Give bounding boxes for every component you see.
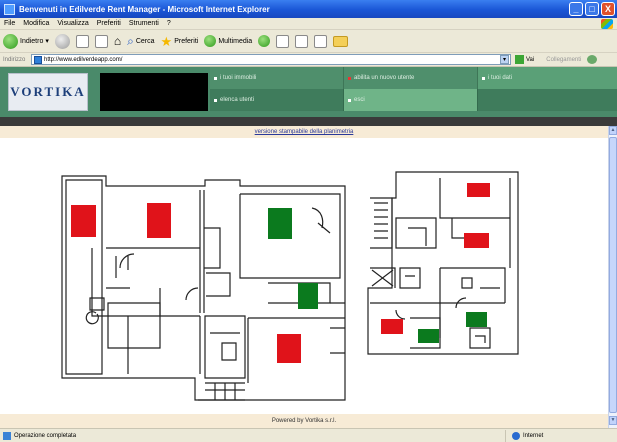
favorites-button[interactable]: ★ Preferiti: [161, 35, 199, 48]
window-titlebar: Benvenuti in Edilverde Rent Manager - Mi…: [0, 0, 617, 18]
menu-view[interactable]: Visualizza: [57, 20, 88, 27]
nav-item-your-data[interactable]: i tuoi dati: [478, 67, 617, 89]
print-version-link[interactable]: versione stampabile della planimetria: [255, 129, 354, 135]
address-url: http://www.edilverdeapp.com/: [44, 56, 123, 63]
go-label: Vai: [526, 56, 535, 63]
scrollbar-thumb[interactable]: [609, 137, 617, 413]
address-input[interactable]: http://www.edilverdeapp.com/ ▾: [31, 54, 511, 65]
window-controls: _ □ X: [569, 2, 615, 16]
logo-text: VORTIKA: [10, 84, 86, 99]
nav-label: abilita un nuovo utente: [354, 75, 415, 81]
back-button[interactable]: Indietro ▾: [3, 33, 49, 49]
nav-item-properties[interactable]: i tuoi immobili: [210, 67, 344, 89]
page-icon: [34, 55, 42, 64]
go-button[interactable]: Vai: [515, 55, 534, 64]
floor-plan: [61, 171, 519, 401]
bullet-icon: [482, 76, 485, 80]
unit-available[interactable]: [466, 312, 487, 327]
minimize-button[interactable]: _: [569, 2, 583, 16]
bullet-icon: [348, 98, 351, 102]
header-divider: [0, 117, 617, 126]
star-icon: ★: [160, 33, 173, 49]
favorites-label: Preferiti: [174, 37, 199, 45]
mail-icon[interactable]: [276, 34, 290, 48]
unit-available[interactable]: [418, 329, 439, 343]
main-nav: i tuoi immobili abilita un nuovo utente …: [210, 67, 617, 117]
unit-available[interactable]: [298, 283, 318, 309]
page-footer: Powered by Vortika s.r.l.: [0, 414, 608, 428]
nav-label: esci: [354, 97, 365, 103]
forward-button[interactable]: [54, 33, 70, 49]
browser-toolbar: Indietro ▾ ⌂ ⌕ Cerca ★ Preferiti Multime…: [0, 30, 617, 53]
status-text: Operazione completata: [14, 432, 77, 439]
address-bar: Indirizzo http://www.edilverdeapp.com/ ▾…: [0, 53, 617, 67]
floor-plan-walls: [61, 171, 519, 401]
address-dropdown[interactable]: ▾: [500, 55, 509, 64]
links-icon[interactable]: [587, 55, 598, 64]
bullet-icon: [348, 76, 351, 80]
scroll-down-icon[interactable]: ▼: [609, 416, 617, 425]
ie-icon: [4, 3, 15, 15]
media-label: Multimedia: [218, 37, 253, 45]
app-header: VORTIKA i tuoi immobili abilita un nuovo…: [0, 67, 617, 117]
links-label[interactable]: Collegamenti: [546, 57, 581, 63]
security-zone: Internet: [505, 430, 543, 442]
menu-file[interactable]: File: [4, 20, 15, 27]
close-button[interactable]: X: [601, 2, 615, 16]
unit-occupied[interactable]: [147, 203, 171, 238]
scroll-up-icon[interactable]: ▲: [609, 126, 617, 135]
menu-edit[interactable]: Modifica: [23, 20, 49, 27]
back-arrow-icon: [3, 33, 18, 49]
search-button[interactable]: ⌕ Cerca: [127, 34, 154, 49]
zone-label: Internet: [523, 433, 544, 439]
page-status-icon: [3, 431, 11, 440]
nav-item-enable-user[interactable]: abilita un nuovo utente: [344, 67, 478, 89]
maximize-button[interactable]: □: [585, 2, 599, 16]
vortika-logo: VORTIKA: [8, 73, 88, 111]
nav-item-empty: [478, 89, 617, 111]
stop-icon[interactable]: [75, 34, 89, 48]
unit-occupied[interactable]: [381, 319, 403, 334]
unit-occupied[interactable]: [464, 233, 489, 248]
folder-icon[interactable]: [333, 35, 349, 47]
refresh-icon[interactable]: [94, 34, 108, 48]
home-icon[interactable]: ⌂: [114, 34, 121, 48]
nav-label: i tuoi dati: [488, 75, 513, 81]
menu-tools[interactable]: Strumenti: [129, 20, 159, 27]
nav-label: i tuoi immobili: [220, 75, 257, 81]
status-bar: Operazione completata Internet: [0, 428, 617, 442]
search-label: Cerca: [135, 37, 155, 45]
unit-occupied[interactable]: [71, 205, 96, 237]
window-title: Benvenuti in Edilverde Rent Manager - Mi…: [19, 4, 270, 14]
bullet-icon: [214, 98, 217, 102]
vertical-scrollbar[interactable]: ▲ ▼: [608, 126, 617, 428]
search-icon: ⌕: [127, 33, 134, 48]
bullet-icon: [214, 76, 217, 80]
menu-favorites[interactable]: Preferiti: [97, 20, 121, 27]
page-content: versione stampabile della planimetria Po…: [0, 126, 608, 428]
menu-help[interactable]: ?: [167, 20, 171, 27]
unit-occupied[interactable]: [277, 334, 301, 363]
go-arrow-icon: [515, 55, 524, 64]
address-label: Indirizzo: [3, 56, 26, 63]
media-icon: [204, 35, 217, 47]
nav-label: elenca utenti: [220, 97, 255, 103]
unit-available[interactable]: [268, 208, 292, 239]
nav-item-logout[interactable]: esci: [344, 89, 478, 111]
print-icon[interactable]: [295, 34, 309, 48]
chevron-down-icon: ▾: [45, 38, 49, 45]
print-link-bar: versione stampabile della planimetria: [0, 126, 608, 138]
edit-icon[interactable]: [314, 34, 328, 48]
nav-item-list-users[interactable]: elenca utenti: [210, 89, 344, 111]
menu-bar: File Modifica Visualizza Preferiti Strum…: [0, 18, 617, 30]
unit-occupied[interactable]: [467, 183, 490, 197]
back-label: Indietro: [20, 37, 44, 45]
media-button[interactable]: Multimedia: [204, 35, 252, 47]
windows-logo-icon: [601, 19, 613, 29]
history-icon[interactable]: [258, 35, 271, 47]
globe-icon: [512, 432, 520, 440]
header-banner: [100, 73, 208, 111]
